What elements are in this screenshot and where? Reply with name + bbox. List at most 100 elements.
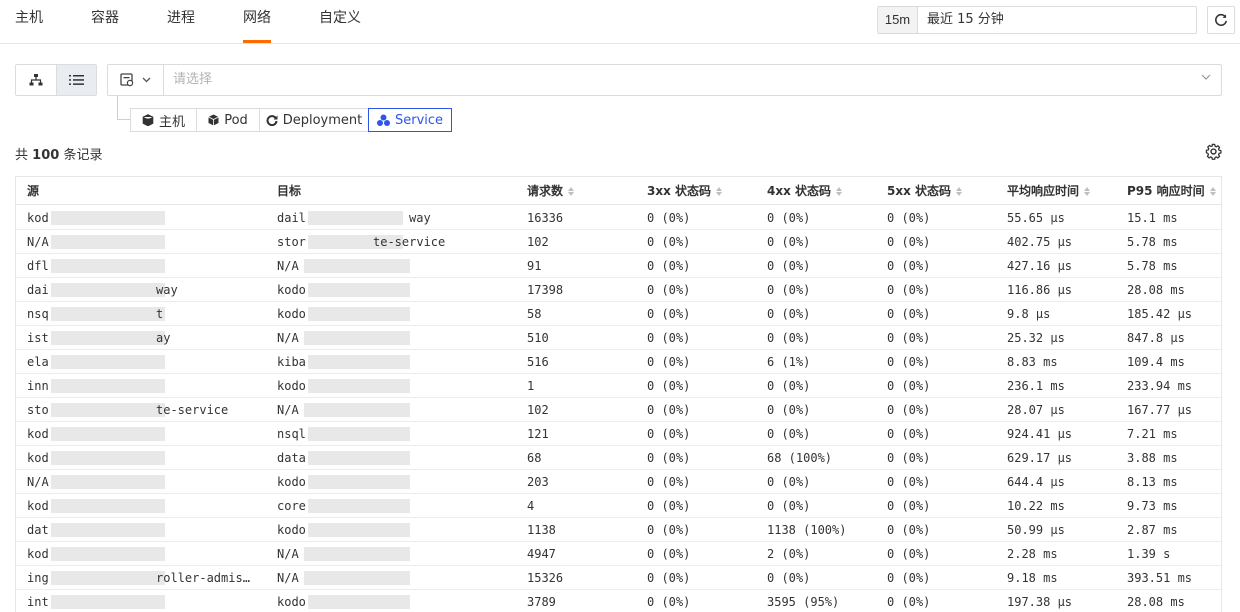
topology-view-button[interactable] xyxy=(16,65,56,95)
tab-host[interactable]: 主机 xyxy=(15,0,43,44)
status-5xx-cell: 0 (0%) xyxy=(887,427,931,441)
select-type-dropdown[interactable] xyxy=(108,65,164,95)
tab-custom[interactable]: 自定义 xyxy=(319,0,361,44)
table-row[interactable]: inn kodo 1 0 (0%) 0 (0%) 0 (0%) 236.1 ms 233.94… xyxy=(16,374,1221,398)
column-header-avg-latency[interactable]: 平均响应时间 xyxy=(1007,177,1091,205)
avg-latency-cell: 644.4 μs xyxy=(1007,475,1065,489)
segment-service[interactable]: Service xyxy=(368,108,452,132)
p95-latency-cell: 1.39 s xyxy=(1127,547,1171,561)
target-cell-tail: way xyxy=(409,211,431,225)
source-cell-tail: te-service xyxy=(156,403,229,417)
column-header-4xx[interactable]: 4xx 状态码 xyxy=(767,177,843,205)
table-row[interactable]: kod N/A 4947 0 (0%) 2 (0%) 0 (0%) 2.28 ms 1.39 … xyxy=(16,542,1221,566)
table-row[interactable]: ist ay N/A 510 0 (0%) 0 (0%) 0 (0%) 25.32 μs 847… xyxy=(16,326,1221,350)
avg-latency-cell: 55.65 μs xyxy=(1007,211,1065,225)
object-select[interactable]: 请选择 xyxy=(107,64,1222,96)
source-cell-tail: roller-admis… xyxy=(156,571,250,585)
target-cell: N/A xyxy=(277,331,299,345)
requests-cell: 1 xyxy=(527,379,535,393)
redacted-target xyxy=(308,211,403,225)
list-view-button[interactable] xyxy=(55,65,96,95)
requests-cell: 16336 xyxy=(527,211,564,225)
table-row[interactable]: ela kiba 516 0 (0%) 6 (1%) 0 (0%) 8.83 ms 109.4… xyxy=(16,350,1221,374)
p95-latency-cell: 393.51 ms xyxy=(1127,571,1193,585)
redacted-source xyxy=(50,355,165,369)
settings-button[interactable] xyxy=(1205,143,1222,163)
p95-latency-cell: 167.77 μs xyxy=(1127,403,1193,417)
status-3xx-cell: 0 (0%) xyxy=(647,523,691,537)
p95-latency-cell: 185.42 μs xyxy=(1127,307,1193,321)
status-5xx-cell: 0 (0%) xyxy=(887,475,931,489)
p95-latency-cell: 847.8 μs xyxy=(1127,331,1185,345)
column-label: 3xx 状态码 xyxy=(647,184,712,198)
column-label: 5xx 状态码 xyxy=(887,184,952,198)
tab-network[interactable]: 网络 xyxy=(243,0,271,44)
segment-pod[interactable]: Pod xyxy=(196,108,260,132)
source-cell: ing xyxy=(27,571,49,585)
status-5xx-cell: 0 (0%) xyxy=(887,571,931,585)
chevron-down-icon xyxy=(142,77,151,83)
status-4xx-cell: 0 (0%) xyxy=(767,259,811,273)
table-row[interactable]: dfl N/A 91 0 (0%) 0 (0%) 0 (0%) 427.16 μs 5.78 … xyxy=(16,254,1221,278)
target-cell: dail xyxy=(277,211,306,225)
table-row[interactable]: kod core 4 0 (0%) 0 (0%) 0 (0%) 10.22 ms 9.73 m… xyxy=(16,494,1221,518)
target-cell: kodo xyxy=(277,283,306,297)
time-range-picker[interactable]: 15m 最近 15 分钟 xyxy=(877,6,1197,34)
table-row[interactable]: sto te-service N/A 102 0 (0%) 0 (0%) 0 (0%) 28.… xyxy=(16,398,1221,422)
redacted-target xyxy=(308,379,410,393)
table-row[interactable]: kod data 68 0 (0%) 68 (100%) 0 (0%) 629.17 μs 3… xyxy=(16,446,1221,470)
target-cell: stor xyxy=(277,235,306,249)
table-row[interactable]: N/A kodo 203 0 (0%) 0 (0%) 0 (0%) 644.4 μs 8.13… xyxy=(16,470,1221,494)
p95-latency-cell: 28.08 ms xyxy=(1127,283,1185,297)
target-cell: kodo xyxy=(277,523,306,537)
source-cell: dfl xyxy=(27,259,49,273)
column-label: P95 响应时间 xyxy=(1127,184,1205,198)
table-row[interactable]: kod nsql 121 0 (0%) 0 (0%) 0 (0%) 924.41 μs 7.2… xyxy=(16,422,1221,446)
target-cell: kodo xyxy=(277,379,306,393)
segment-deployment[interactable]: Deployment xyxy=(259,108,369,132)
column-header-p95-latency[interactable]: P95 响应时间 xyxy=(1127,177,1216,205)
source-cell: kod xyxy=(27,427,49,441)
source-cell-tail: way xyxy=(156,283,178,297)
status-3xx-cell: 0 (0%) xyxy=(647,427,691,441)
column-header-requests[interactable]: 请求数 xyxy=(527,177,575,205)
status-5xx-cell: 0 (0%) xyxy=(887,595,931,609)
table-row[interactable]: ing roller-admis… N/A 15326 0 (0%) 0 (0%) 0 (0… xyxy=(16,566,1221,590)
status-4xx-cell: 3595 (95%) xyxy=(767,595,840,609)
redacted-target xyxy=(308,355,410,369)
server-icon xyxy=(120,73,134,87)
table-row[interactable]: N/A stor te-service 102 0 (0%) 0 (0%) 0 (0%) 40… xyxy=(16,230,1221,254)
source-cell: dai xyxy=(27,283,49,297)
column-header-3xx[interactable]: 3xx 状态码 xyxy=(647,177,723,205)
redacted-target xyxy=(308,451,410,465)
status-3xx-cell: 0 (0%) xyxy=(647,547,691,561)
status-4xx-cell: 0 (0%) xyxy=(767,571,811,585)
target-cell: core xyxy=(277,499,306,513)
table-row[interactable]: dat kodo 1138 0 (0%) 1138 (100%) 0 (0%) 50.99 … xyxy=(16,518,1221,542)
gear-icon xyxy=(1205,143,1222,160)
redacted-source xyxy=(50,307,165,321)
status-4xx-cell: 0 (0%) xyxy=(767,403,811,417)
tab-container[interactable]: 容器 xyxy=(91,0,119,44)
table-row[interactable]: dai way kodo 17398 0 (0%) 0 (0%) 0 (0%) 116.86 … xyxy=(16,278,1221,302)
p95-latency-cell: 7.21 ms xyxy=(1127,427,1178,441)
view-toggle xyxy=(15,64,97,96)
target-cell: N/A xyxy=(277,571,299,585)
redacted-source xyxy=(50,571,165,585)
status-4xx-cell: 0 (0%) xyxy=(767,499,811,513)
refresh-button[interactable] xyxy=(1207,6,1235,34)
tab-process[interactable]: 进程 xyxy=(167,0,195,44)
table-row[interactable]: int kodo 3789 0 (0%) 3595 (95%) 0 (0%) 197.38 … xyxy=(16,590,1221,612)
redacted-source xyxy=(50,403,165,417)
tab-label: 网络 xyxy=(243,10,271,26)
requests-cell: 15326 xyxy=(527,571,564,585)
sort-icon xyxy=(568,186,575,196)
status-5xx-cell: 0 (0%) xyxy=(887,307,931,321)
status-5xx-cell: 0 (0%) xyxy=(887,499,931,513)
segment-host[interactable]: 主机 xyxy=(130,108,197,132)
table-row[interactable]: nsq t kodo 58 0 (0%) 0 (0%) 0 (0%) 9.8 μs 185.42… xyxy=(16,302,1221,326)
redacted-target xyxy=(308,283,410,297)
table-row[interactable]: kod dail way 16336 0 (0%) 0 (0%) 0 (0%) 55.65 μ… xyxy=(16,206,1221,230)
status-5xx-cell: 0 (0%) xyxy=(887,259,931,273)
column-header-5xx[interactable]: 5xx 状态码 xyxy=(887,177,963,205)
